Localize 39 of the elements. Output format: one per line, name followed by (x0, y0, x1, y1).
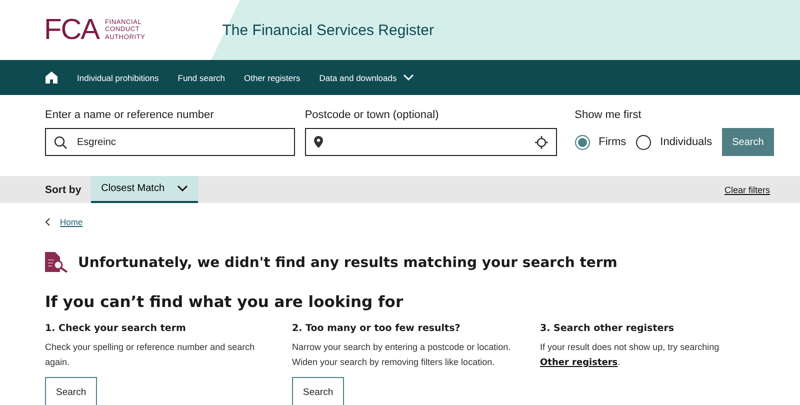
tip-heading: 3. Search other registers (540, 323, 676, 334)
map-pin-icon (314, 136, 323, 148)
breadcrumb-link[interactable]: Home (60, 217, 83, 227)
nav-link[interactable]: Data and downloads (319, 72, 414, 82)
logo-letters: FCA (44, 14, 99, 46)
radio-label: Individuals (660, 136, 712, 148)
locate-icon[interactable] (534, 136, 548, 148)
chevron-down-icon (176, 185, 188, 192)
field-label: Postcode or town (optional) (304, 109, 440, 121)
search-button[interactable]: Search (722, 128, 774, 156)
tip-heading: 1. Check your search term (45, 323, 187, 334)
tip-heading: 2. Too many or too few results? (292, 323, 462, 334)
nav-link[interactable]: Fund search (178, 72, 225, 82)
section-heading: If you can’t find what you are looking for (44, 292, 404, 311)
chevron-down-icon (402, 74, 414, 81)
document-search-icon (45, 252, 68, 273)
tip-search-button[interactable]: Search (45, 377, 98, 405)
nav-link[interactable]: Individual prohibitions (77, 72, 159, 82)
tip-text: If your result does not show up, try searching Other registers. (540, 341, 720, 370)
other-registers-link[interactable]: Other registers (540, 358, 618, 368)
nav-link[interactable]: Other registers (244, 72, 300, 82)
field-label: Enter a name or reference number (45, 109, 215, 121)
field-label: Show me first (574, 109, 642, 121)
tip-text: Narrow your search by entering a postcode or location. Widen your search by removing filters like location. (292, 341, 512, 369)
no-results-message: Unfortunately, we didn't find any results matching your search term (78, 254, 618, 270)
radio-button[interactable] (574, 134, 590, 150)
radio-label: Firms (598, 136, 626, 148)
radio-button[interactable] (636, 134, 652, 150)
home-icon[interactable] (45, 71, 58, 84)
sort-dropdown[interactable]: Closest Match (91, 176, 198, 203)
tip-search-button[interactable]: Search (292, 377, 344, 405)
chevron-left-icon (45, 218, 50, 226)
site-title: The Financial Services Register (222, 22, 434, 38)
name-search-field[interactable]: Esgreinc (45, 128, 295, 156)
search-icon (54, 136, 67, 148)
location-field[interactable] (304, 128, 557, 156)
sort-label: Sort by (45, 184, 82, 196)
clear-filters-link[interactable]: Clear filters (724, 184, 770, 194)
tip-text: Check your spelling or reference number and search again. (45, 341, 256, 369)
